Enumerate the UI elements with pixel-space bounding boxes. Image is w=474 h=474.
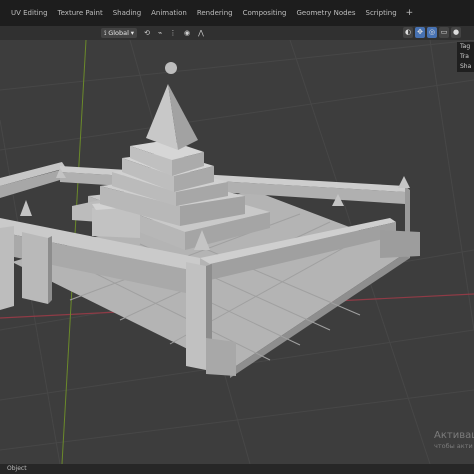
- status-text: Object: [7, 465, 27, 472]
- overlays-toggle-icon[interactable]: ◎: [427, 27, 437, 38]
- workspace-tab-rendering[interactable]: Rendering: [192, 6, 238, 20]
- pillar-left: [22, 232, 48, 304]
- pillar-front-base: [206, 338, 236, 376]
- visibility-icon[interactable]: ◐: [403, 27, 413, 38]
- add-workspace-button[interactable]: +: [402, 8, 418, 18]
- workspace-tab-shading[interactable]: Shading: [108, 6, 146, 20]
- pillar-far-left: [0, 226, 14, 310]
- gizmo-toggle-icon[interactable]: ✥: [415, 27, 425, 38]
- proportional-editing-icon[interactable]: ◉: [182, 28, 192, 38]
- watermark-subtitle: чтобы акти: [434, 442, 473, 450]
- pillar-left-shade: [48, 236, 52, 304]
- workspace-tab-compositing[interactable]: Compositing: [238, 6, 292, 20]
- transform-orientation-dropdown[interactable]: ⟟ Global ▾: [101, 28, 137, 38]
- watermark-title: Активац: [434, 430, 474, 441]
- shading-solid-icon[interactable]: ●: [451, 27, 461, 38]
- temple-model[interactable]: [0, 62, 420, 378]
- small-spire-back-right: [398, 176, 410, 188]
- chevron-down-icon: ▾: [130, 29, 134, 37]
- xray-toggle-icon[interactable]: ▭: [439, 27, 449, 38]
- panel-tab-tag[interactable]: Tag: [457, 42, 474, 52]
- panel-tab-sha[interactable]: Sha: [457, 62, 474, 72]
- viewport-overlay-controls: ◐ ✥ ◎ ▭ ●: [403, 27, 461, 39]
- spire-orb: [165, 62, 177, 74]
- 3d-viewport[interactable]: [0, 40, 474, 464]
- workspace-tab-texture-paint[interactable]: Texture Paint: [53, 6, 108, 20]
- workspace-tab-scripting[interactable]: Scripting: [361, 6, 402, 20]
- pivot-point-icon[interactable]: ⟲: [142, 28, 152, 38]
- snap-icon[interactable]: ⌁: [155, 28, 165, 38]
- activation-watermark: Активац чтобы акти: [434, 430, 474, 450]
- viewport-canvas: [0, 40, 474, 464]
- workspace-tab-geometry-nodes[interactable]: Geometry Nodes: [291, 6, 360, 20]
- snap-target-icon[interactable]: ⋮: [168, 28, 178, 38]
- workspace-tab-animation[interactable]: Animation: [146, 6, 192, 20]
- small-spire-left: [20, 200, 32, 216]
- panel-tab-tra[interactable]: Tra: [457, 52, 474, 62]
- orientation-label: Global: [108, 29, 129, 37]
- pillar-front: [186, 262, 206, 370]
- workspace-tab-uv-editing[interactable]: UV Editing: [6, 6, 53, 20]
- right-front-block: [380, 230, 420, 258]
- viewport-header: ⟟ Global ▾ ⟲ ⌁ ⋮ ◉ ⋀ ◐ ✥ ◎ ▭ ●: [0, 26, 474, 41]
- workspace-bar: UV Editing Texture Paint Shading Animati…: [0, 0, 474, 26]
- sidebar-panel: Tag Tra Sha: [457, 42, 474, 72]
- falloff-icon[interactable]: ⋀: [196, 28, 206, 38]
- status-bar: Object: [0, 464, 474, 474]
- orientation-icon: ⟟: [104, 28, 107, 37]
